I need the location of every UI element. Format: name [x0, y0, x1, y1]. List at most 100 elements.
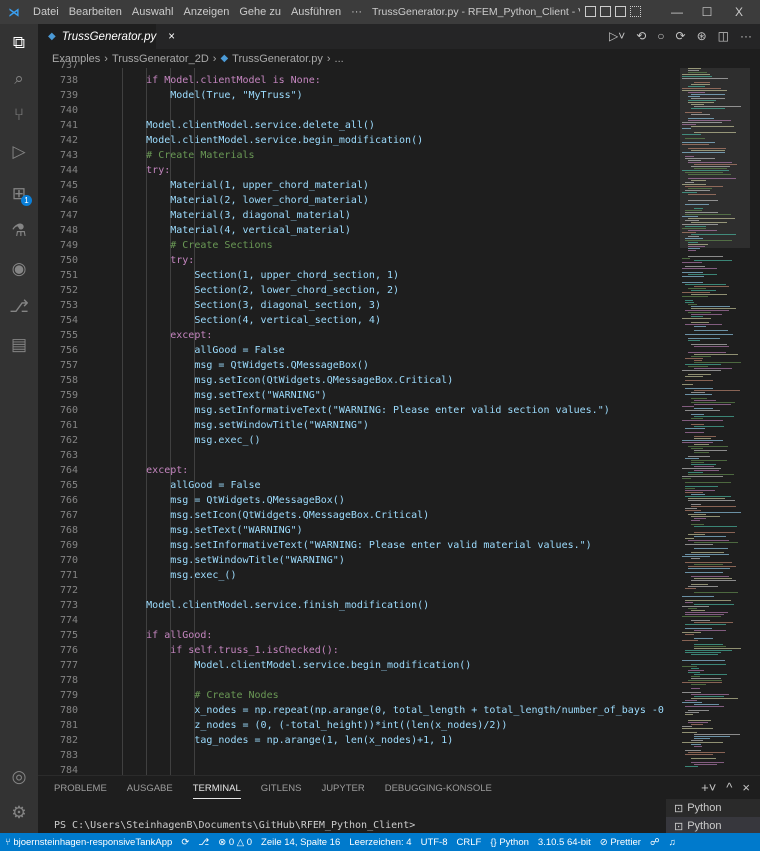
feedback-icon[interactable]: ☍ — [650, 837, 660, 848]
code-line[interactable]: 774 — [38, 613, 680, 628]
code-line[interactable]: 781 z_nodes = (0, (-total_height))*int((… — [38, 718, 680, 733]
python-interpreter[interactable]: 3.10.5 64-bit — [538, 837, 591, 848]
code-line[interactable]: 745 Material(1, upper_chord_material) — [38, 178, 680, 193]
code-editor[interactable]: 737 738 if Model.clientModel is None: 739 … — [38, 60, 680, 776]
code-line[interactable]: 771 msg.exec_() — [38, 568, 680, 583]
pull-requests-icon[interactable]: ⎇ — [0, 292, 38, 322]
maximize-panel-icon[interactable]: ^ — [726, 780, 732, 795]
editor-scrollbar[interactable] — [750, 68, 760, 775]
code-line[interactable]: 769 msg.setInformativeText("WARNING: Ple… — [38, 538, 680, 553]
indentation[interactable]: Leerzeichen: 4 — [349, 837, 411, 848]
problems-item[interactable]: ⊗ 0 △ 0 — [218, 837, 252, 848]
gitlens-next-icon[interactable]: ⟳ — [676, 29, 686, 43]
tab-debugging-konsole[interactable]: DEBUGGING-KONSOLE — [385, 783, 492, 799]
gitlens-toggle-icon[interactable]: ⊛ — [697, 29, 707, 43]
toggle-secondary-sidebar-icon[interactable] — [615, 6, 626, 17]
toggle-sidebar-icon[interactable] — [585, 6, 596, 17]
prettier-item[interactable]: ⊘ Prettier — [600, 837, 641, 848]
tab-trussgenerator[interactable]: ◆ TrussGenerator.py × — [38, 24, 175, 49]
code-line[interactable]: 741 Model.clientModel.service.delete_all… — [38, 118, 680, 133]
code-line[interactable]: 756 allGood = False — [38, 343, 680, 358]
encoding[interactable]: UTF-8 — [421, 837, 448, 848]
code-line[interactable]: 767 msg.setIcon(QtWidgets.QMessageBox.Cr… — [38, 508, 680, 523]
code-line[interactable]: 760 msg.setInformativeText("WARNING: Ple… — [38, 403, 680, 418]
menu-more[interactable]: ··· — [346, 6, 367, 18]
code-line[interactable]: 777 Model.clientModel.service.begin_modi… — [38, 658, 680, 673]
code-line[interactable]: 744 try: — [38, 163, 680, 178]
branch-item[interactable]: ⑂ bjoernsteinhagen-responsiveTankApp — [5, 837, 172, 848]
close-window-button[interactable]: X — [724, 5, 754, 19]
menu-ausfuehren[interactable]: Ausführen — [286, 6, 346, 18]
code-line[interactable]: 737 — [38, 58, 680, 73]
code-line[interactable]: 748 Material(4, vertical_material) — [38, 223, 680, 238]
language-mode[interactable]: {} Python — [490, 837, 529, 848]
terminal-prompt[interactable]: PS C:\Users\SteinhagenB\Documents\GitHub… — [54, 820, 415, 831]
code-line[interactable]: 746 Material(2, lower_chord_material) — [38, 193, 680, 208]
menu-datei[interactable]: Datei — [28, 6, 64, 18]
code-line[interactable]: 779 # Create Nodes — [38, 688, 680, 703]
menu-bearbeiten[interactable]: Bearbeiten — [64, 6, 127, 18]
close-panel-icon[interactable]: × — [742, 780, 750, 795]
code-line[interactable]: 761 msg.setWindowTitle("WARNING") — [38, 418, 680, 433]
code-line[interactable]: 772 — [38, 583, 680, 598]
menu-gehe-zu[interactable]: Gehe zu — [234, 6, 286, 18]
line-ending[interactable]: CRLF — [457, 837, 482, 848]
code-line[interactable]: 749 # Create Sections — [38, 238, 680, 253]
code-line[interactable]: 778 — [38, 673, 680, 688]
code-line[interactable]: 773 Model.clientModel.service.finish_mod… — [38, 598, 680, 613]
code-line[interactable]: 751 Section(1, upper_chord_section, 1) — [38, 268, 680, 283]
code-line[interactable]: 743 # Create Materials — [38, 148, 680, 163]
jupyter-icon[interactable]: ▤ — [0, 330, 38, 360]
cursor-position[interactable]: Zeile 14, Spalte 16 — [261, 837, 340, 848]
notifications-icon[interactable]: ♫ — [669, 837, 676, 848]
code-line[interactable]: 775 if allGood: — [38, 628, 680, 643]
more-actions-icon[interactable]: ··· — [740, 29, 752, 43]
tab-jupyter[interactable]: JUPYTER — [321, 783, 364, 799]
code-line[interactable]: 739 Model(True, "MyTruss") — [38, 88, 680, 103]
code-line[interactable]: 770 msg.setWindowTitle("WARNING") — [38, 553, 680, 568]
run-python-file-icon[interactable]: ▷˅ — [609, 29, 625, 43]
minimap[interactable] — [680, 68, 750, 775]
tab-probleme[interactable]: PROBLEME — [54, 783, 107, 799]
code-line[interactable]: 782 tag_nodes = np.arange(1, len(x_nodes… — [38, 733, 680, 748]
code-line[interactable]: 768 msg.setText("WARNING") — [38, 523, 680, 538]
maximize-button[interactable]: ☐ — [692, 5, 722, 19]
toggle-panel-icon[interactable] — [600, 6, 611, 17]
code-line[interactable]: 740 — [38, 103, 680, 118]
code-line[interactable]: 762 msg.exec_() — [38, 433, 680, 448]
search-icon[interactable]: ⌕ — [0, 64, 38, 94]
code-line[interactable]: 763 — [38, 448, 680, 463]
terminal-list-item[interactable]: ⊡ Python — [666, 799, 760, 817]
code-line[interactable]: 750 try: — [38, 253, 680, 268]
code-line[interactable]: 759 msg.setText("WARNING") — [38, 388, 680, 403]
code-line[interactable]: 766 msg = QtWidgets.QMessageBox() — [38, 493, 680, 508]
code-line[interactable]: 783 — [38, 748, 680, 763]
code-line[interactable]: 764 except: — [38, 463, 680, 478]
testing-icon[interactable]: ⚗ — [0, 216, 38, 246]
tab-terminal[interactable]: TERMINAL — [192, 783, 241, 799]
run-debug-icon[interactable]: ▷ — [0, 137, 38, 167]
extensions-icon[interactable]: ⊞ 1 — [0, 179, 38, 209]
sync-icon[interactable]: ⟳ — [181, 837, 189, 848]
pull-request-icon[interactable]: ⎇ — [198, 837, 209, 848]
code-line[interactable]: 755 except: — [38, 328, 680, 343]
code-line[interactable]: 742 Model.clientModel.service.begin_modi… — [38, 133, 680, 148]
close-tab-icon[interactable]: × — [168, 31, 175, 43]
tab-gitlens[interactable]: GITLENS — [261, 783, 302, 799]
menu-anzeigen[interactable]: Anzeigen — [178, 6, 234, 18]
customize-layout-icon[interactable] — [630, 6, 641, 17]
menu-auswahl[interactable]: Auswahl — [127, 6, 179, 18]
code-line[interactable]: 780 x_nodes = np.repeat(np.arange(0, tot… — [38, 703, 680, 718]
code-line[interactable]: 765 allGood = False — [38, 478, 680, 493]
code-line[interactable]: 738 if Model.clientModel is None: — [38, 73, 680, 88]
explorer-icon[interactable]: ⧉ — [0, 28, 38, 58]
source-control-icon[interactable]: ⑂ — [0, 100, 38, 130]
code-line[interactable]: 753 Section(3, diagonal_section, 3) — [38, 298, 680, 313]
code-line[interactable]: 776 if self.truss_1.isChecked(): — [38, 643, 680, 658]
gitlens-previous-icon[interactable]: ⟲ — [636, 29, 646, 43]
split-editor-icon[interactable]: ◫ — [718, 29, 729, 43]
minimize-button[interactable]: — — [662, 5, 692, 19]
new-terminal-icon[interactable]: +˅ — [701, 780, 716, 795]
github-icon[interactable]: ◉ — [0, 254, 38, 284]
code-line[interactable]: 747 Material(3, diagonal_material) — [38, 208, 680, 223]
